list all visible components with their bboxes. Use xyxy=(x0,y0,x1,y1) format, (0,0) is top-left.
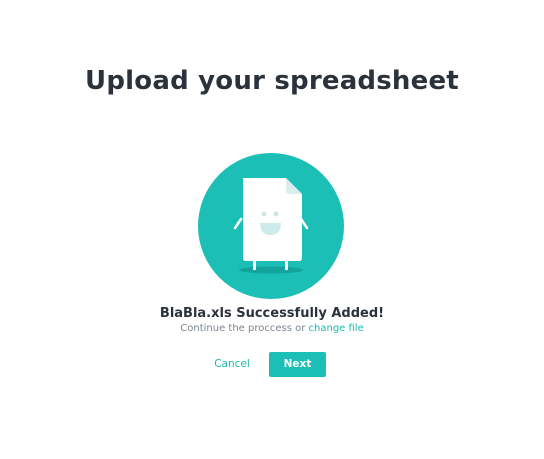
success-heading: BlaBla.xls Successfully Added! xyxy=(159,306,385,321)
success-message: Continue the proccess or change file xyxy=(0,323,544,334)
happy-file-icon xyxy=(198,153,344,299)
page-title: Upload your spreadsheet xyxy=(85,66,459,96)
next-button[interactable]: Next xyxy=(269,352,326,377)
message-prefix: Continue the proccess or xyxy=(180,323,306,334)
cancel-button[interactable]: Cancel xyxy=(207,352,257,377)
change-file-link[interactable]: change file xyxy=(309,323,364,334)
upload-page: Upload your spreadsheet BlaBla.xls Succe… xyxy=(0,0,544,459)
file-added-illustration xyxy=(197,152,345,300)
